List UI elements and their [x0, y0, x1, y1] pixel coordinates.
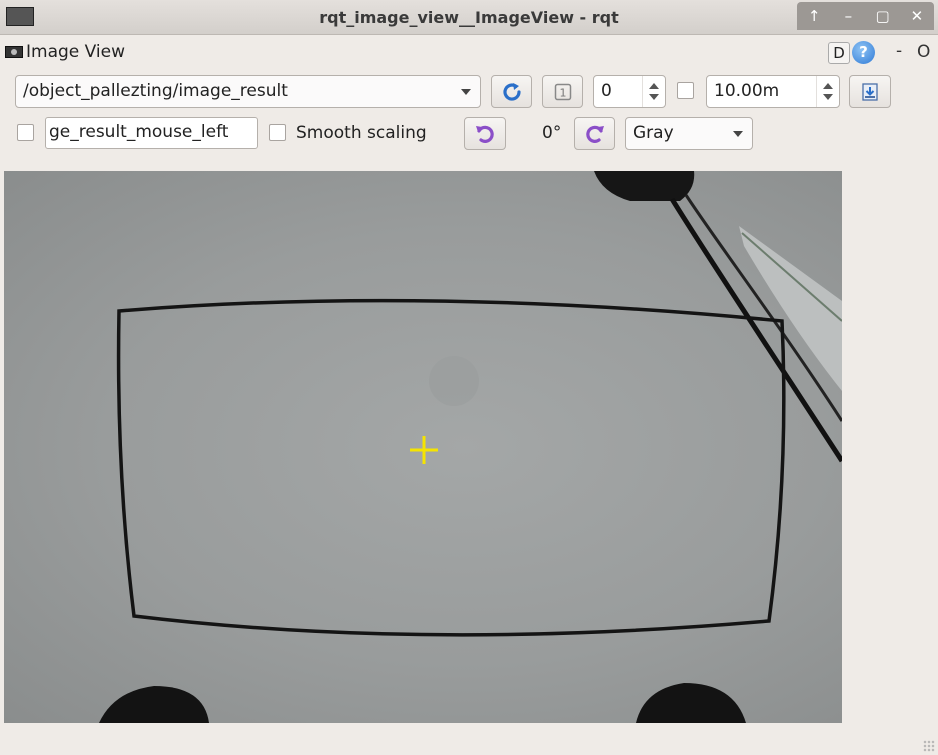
rotate-left-button[interactable] — [464, 117, 506, 150]
smooth-scaling-checkbox[interactable] — [269, 124, 286, 141]
status-bar — [0, 724, 938, 755]
topic-value: /object_pallezting/image_result — [23, 81, 288, 101]
resize-grip-icon[interactable] — [923, 740, 935, 752]
plugin-header: Image View D ? - O — [0, 36, 938, 68]
mouse-topic-input[interactable]: ge_result_mouse_left — [45, 117, 258, 149]
rotate-left-icon — [476, 125, 494, 143]
close-icon[interactable]: ✕ — [905, 7, 929, 25]
minimize-plugin-button[interactable]: - — [896, 41, 902, 61]
duration-spinbox-value: 10.00m — [714, 81, 780, 101]
mouse-publish-checkbox[interactable] — [17, 124, 34, 141]
zoom-original-button[interactable]: 1 — [542, 75, 583, 108]
maximize-icon[interactable]: ▢ — [871, 7, 895, 25]
spin-down-icon[interactable] — [649, 94, 659, 100]
rotate-right-button[interactable] — [574, 117, 615, 150]
rotation-label: 0° — [542, 123, 562, 143]
camera-icon — [5, 46, 23, 58]
svg-text:1: 1 — [559, 86, 566, 99]
close-plugin-button[interactable]: O — [917, 42, 930, 62]
refresh-button[interactable] — [491, 75, 532, 108]
window-controls: ↑ – ▢ ✕ — [797, 2, 934, 30]
spin-up-icon[interactable] — [823, 83, 833, 89]
number-spinbox[interactable]: 0 — [593, 75, 666, 108]
duration-spinbox[interactable]: 10.00m — [706, 75, 840, 108]
number-spinbox-value: 0 — [601, 81, 612, 101]
camera-frame-drawing — [99, 171, 842, 723]
zoom-original-icon: 1 — [554, 83, 571, 100]
minimize-icon[interactable]: – — [836, 7, 860, 25]
mouse-topic-value: ge_result_mouse_left — [49, 122, 229, 142]
keep-above-icon[interactable]: ↑ — [802, 7, 826, 25]
window-titlebar: rqt_image_view__ImageView - rqt ↑ – ▢ ✕ — [0, 0, 938, 35]
topic-combobox[interactable]: /object_pallezting/image_result — [15, 75, 481, 108]
save-icon — [862, 82, 878, 101]
plugin-title: Image View — [26, 42, 125, 62]
spin-up-icon[interactable] — [649, 83, 659, 89]
dock-button[interactable]: D — [828, 42, 850, 64]
refresh-icon — [502, 82, 521, 101]
spin-down-icon[interactable] — [823, 94, 833, 100]
color-scheme-combobox[interactable]: Gray — [625, 117, 753, 150]
save-image-button[interactable] — [849, 75, 891, 108]
help-button[interactable]: ? — [852, 41, 875, 64]
rotate-right-icon — [585, 125, 604, 143]
duration-checkbox[interactable] — [677, 82, 694, 99]
smooth-scaling-label: Smooth scaling — [296, 123, 427, 143]
color-scheme-value: Gray — [633, 123, 674, 143]
chevron-down-icon — [461, 89, 471, 95]
chevron-down-icon — [733, 131, 743, 137]
camera-image[interactable] — [4, 171, 842, 723]
